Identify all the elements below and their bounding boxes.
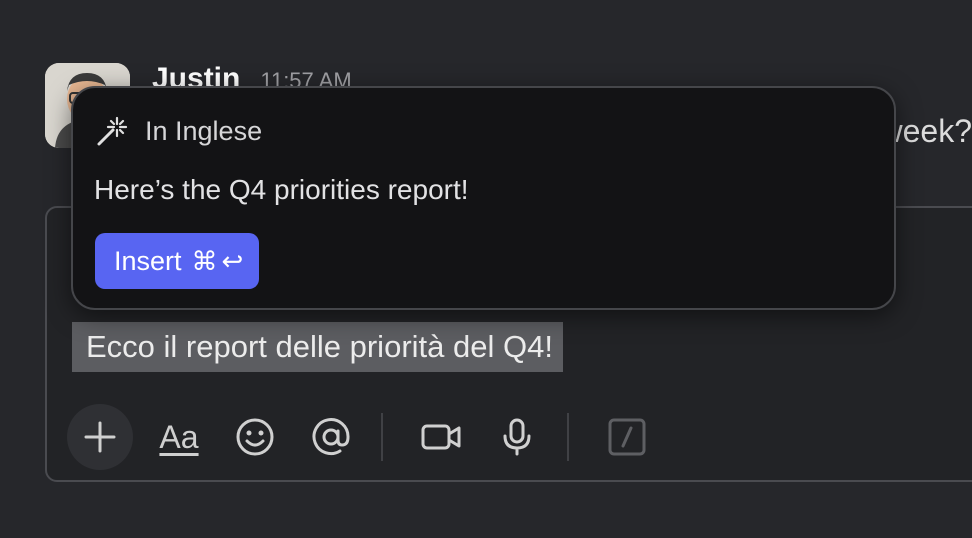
microphone-icon [500,417,534,457]
mention-button[interactable] [305,411,357,463]
attach-button[interactable] [67,404,133,470]
toolbar-divider [567,413,569,461]
emoji-icon [235,417,275,457]
toolbar-divider [381,413,383,461]
mention-icon [311,417,351,457]
magic-wand-icon [95,114,129,148]
insert-button[interactable]: Insert ⌘ ↩ [95,233,260,289]
insert-button-label: Insert [114,245,182,276]
video-clip-button[interactable] [415,411,467,463]
formatting-button[interactable]: Aa [153,411,205,463]
audio-clip-button[interactable] [491,411,543,463]
composer-toolbar: Aa [67,402,677,472]
command-key-icon: ⌘ [191,245,218,276]
video-icon [420,420,462,454]
translation-popover: In Inglese Here’s the Q4 priorities repo… [71,86,896,310]
slash-command-button[interactable] [601,411,653,463]
chat-view: Justin 11:57 AM week? Ecco il report del… [0,0,972,538]
formatting-label: Aa [159,418,199,455]
translated-text: Here’s the Q4 priorities report! [94,174,469,205]
plus-icon [83,420,117,454]
slash-command-icon [608,418,646,456]
popover-header: In Inglese [95,114,262,148]
keyboard-shortcut: ⌘ ↩ [192,246,244,277]
popover-title: In Inglese [145,115,263,146]
composer-selected-text[interactable]: Ecco il report delle priorità del Q4! [72,322,563,372]
enter-key-icon: ↩ [221,245,244,276]
emoji-button[interactable] [229,411,281,463]
